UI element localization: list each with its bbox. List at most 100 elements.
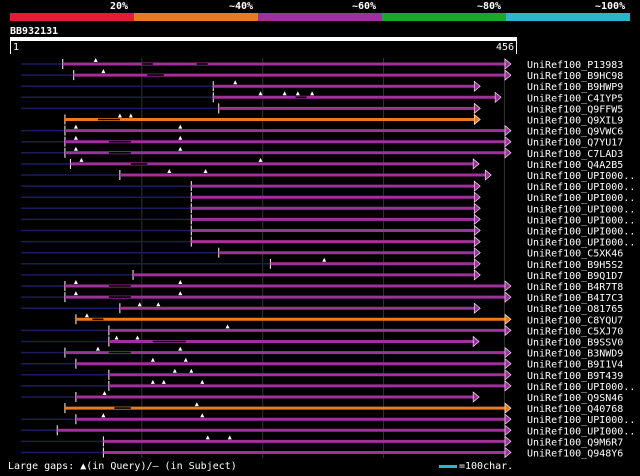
query-gap-marker [227, 435, 232, 440]
hit-label[interactable]: UniRef100_B9HC98 [527, 71, 623, 82]
query-gap-marker [178, 291, 183, 296]
hit-label[interactable]: UniRef100_UPI000.. [527, 215, 635, 226]
hit-row[interactable]: UniRef100_C7LAD3 [20, 146, 623, 160]
hit-label[interactable]: UniRef100_UPI000.. [527, 182, 635, 193]
hit-label[interactable]: UniRef100_B9HWP9 [527, 82, 623, 93]
scale-bar [439, 464, 457, 468]
hit-row[interactable]: UniRef100_Q9VWC6 [20, 124, 623, 138]
hit-row[interactable]: UniRef100_UPI000.. [20, 191, 635, 204]
hit-label[interactable]: UniRef100_B9Q1D7 [527, 271, 623, 282]
query-gap-marker [73, 135, 78, 140]
hit-label[interactable]: UniRef100_C7LAD3 [527, 149, 623, 160]
hit-row[interactable]: UniRef100_UPI000.. [20, 202, 635, 215]
hit-end-arrow [504, 435, 512, 448]
hit-row[interactable]: UniRef100_UPI000.. [20, 224, 635, 238]
gaps-legend: Large gaps: ▲(in Query)/– (in Subject) [8, 461, 237, 472]
hit-label[interactable]: UniRef100_B9T439 [527, 371, 623, 382]
hit-label[interactable]: UniRef100_UPI000.. [527, 171, 635, 182]
hit-row[interactable]: UniRef100_B4I7C3 [20, 291, 623, 304]
hit-row[interactable]: UniRef100_B3NWD9 [20, 346, 623, 360]
hit-end-arrow [504, 402, 512, 414]
hit-row[interactable]: UniRef100_UPI000.. [20, 169, 635, 182]
hit-graphic: UniRef100_P13983UniRef100_B9HC98UniRef10… [20, 58, 635, 460]
hit-label[interactable]: UniRef100_Q9FFW5 [527, 104, 623, 115]
hit-end-arrow [473, 202, 481, 214]
query-gap-marker [205, 435, 210, 440]
hit-end-arrow [473, 258, 481, 270]
hit-label[interactable]: UniRef100_Q948Y6 [527, 449, 623, 460]
query-gap-marker [156, 302, 161, 307]
hit-row[interactable]: UniRef100_Q4A2B5 [20, 157, 623, 171]
hit-end-arrow [504, 280, 512, 292]
hit-row[interactable]: UniRef100_Q9XIL9 [64, 113, 623, 127]
hit-end-arrow [473, 191, 481, 203]
hit-label[interactable]: UniRef100_UPI000.. [527, 193, 635, 204]
query-gap-marker [73, 291, 78, 296]
hit-label[interactable]: UniRef100_Q9XIL9 [527, 116, 623, 127]
hit-label[interactable]: UniRef100_Q4A2B5 [527, 160, 623, 171]
hit-row[interactable]: UniRef100_Q7YU17 [20, 135, 623, 149]
hit-row[interactable]: UniRef100_UPI000.. [20, 180, 635, 193]
hit-row[interactable]: UniRef100_Q9FFW5 [20, 102, 623, 115]
scale-label: =100char. [459, 461, 514, 472]
hit-label[interactable]: UniRef100_UPI000.. [527, 204, 635, 215]
hit-label[interactable]: UniRef100_B9SSV0 [527, 338, 623, 349]
hit-end-arrow [473, 302, 481, 314]
hit-end-arrow [494, 91, 502, 103]
hit-label[interactable]: UniRef100_UPI000.. [527, 238, 635, 249]
hit-label[interactable]: UniRef100_C5XJ70 [527, 326, 623, 337]
hit-label[interactable]: UniRef100_O81765 [527, 304, 623, 315]
hit-label[interactable]: UniRef100_B9H5S2 [527, 260, 623, 271]
hit-label[interactable]: UniRef100_Q9SN46 [527, 393, 623, 404]
hit-label[interactable]: UniRef100_C8YQU7 [527, 315, 623, 326]
hit-row[interactable]: UniRef100_B9I1V4 [20, 357, 623, 371]
hit-row[interactable]: UniRef100_Q40768 [64, 402, 623, 415]
hit-end-arrow [473, 247, 481, 259]
query-gap-marker [167, 169, 172, 173]
hit-row[interactable]: UniRef100_O81765 [20, 302, 623, 315]
hit-row[interactable]: UniRef100_UPI000.. [20, 379, 635, 393]
hit-row[interactable]: UniRef100_B9Q1D7 [20, 269, 623, 282]
hit-row[interactable]: UniRef100_C8YQU7 [75, 313, 623, 326]
hit-row[interactable]: UniRef100_P13983 [20, 58, 623, 71]
hit-label[interactable]: UniRef100_Q7YU17 [527, 138, 623, 149]
hit-row[interactable]: UniRef100_Q9SN46 [20, 391, 623, 404]
query-gap-marker [101, 413, 106, 418]
hit-end-arrow [504, 369, 512, 381]
hit-label[interactable]: UniRef100_Q9M6R7 [527, 437, 623, 448]
query-gap-marker [102, 391, 107, 395]
hit-row[interactable]: UniRef100_UPI000.. [20, 235, 635, 249]
hit-row[interactable]: UniRef100_C5XK46 [20, 247, 623, 260]
hit-row[interactable]: UniRef100_B9H5S2 [20, 257, 623, 271]
hit-label[interactable]: UniRef100_C5XK46 [527, 249, 623, 260]
query-gap-marker [73, 124, 78, 129]
hit-row[interactable]: UniRef100_UPI000.. [20, 424, 635, 437]
hit-row[interactable]: UniRef100_B9T439 [20, 368, 623, 382]
hit-row[interactable]: UniRef100_B9SSV0 [20, 335, 623, 349]
hit-row[interactable]: UniRef100_C5XJ70 [20, 324, 623, 337]
hit-label[interactable]: UniRef100_P13983 [527, 60, 623, 71]
hit-row[interactable]: UniRef100_Q948Y6 [20, 446, 623, 460]
hit-label[interactable]: UniRef100_Q40768 [527, 404, 623, 415]
query-gap-marker [258, 91, 263, 96]
hit-label[interactable]: UniRef100_UPI000.. [527, 426, 635, 437]
hit-row[interactable]: UniRef100_UPI000.. [20, 413, 635, 426]
hit-label[interactable]: UniRef100_B4I7C3 [527, 293, 623, 304]
hit-end-arrow [473, 269, 481, 281]
hit-label[interactable]: UniRef100_UPI000.. [527, 382, 635, 393]
hit-row[interactable]: UniRef100_B9HC98 [20, 69, 623, 82]
hit-label[interactable]: UniRef100_UPI000.. [527, 415, 635, 426]
hit-label[interactable]: UniRef100_B9I1V4 [527, 360, 623, 371]
hit-row[interactable]: UniRef100_C4IYP5 [20, 91, 623, 104]
hit-label[interactable]: UniRef100_Q9VWC6 [527, 127, 623, 138]
hit-end-arrow [472, 158, 480, 170]
hit-row[interactable]: UniRef100_Q9M6R7 [20, 435, 623, 448]
hit-label[interactable]: UniRef100_B4R7T8 [527, 282, 623, 293]
hit-label[interactable]: UniRef100_B3NWD9 [527, 349, 623, 360]
hit-row[interactable]: UniRef100_B9HWP9 [20, 80, 623, 93]
hit-row[interactable]: UniRef100_B4R7T8 [20, 280, 623, 293]
hit-end-arrow [504, 147, 512, 159]
hit-label[interactable]: UniRef100_UPI000.. [527, 227, 635, 238]
hit-row[interactable]: UniRef100_UPI000.. [20, 213, 635, 226]
hit-label[interactable]: UniRef100_C4IYP5 [527, 93, 623, 104]
